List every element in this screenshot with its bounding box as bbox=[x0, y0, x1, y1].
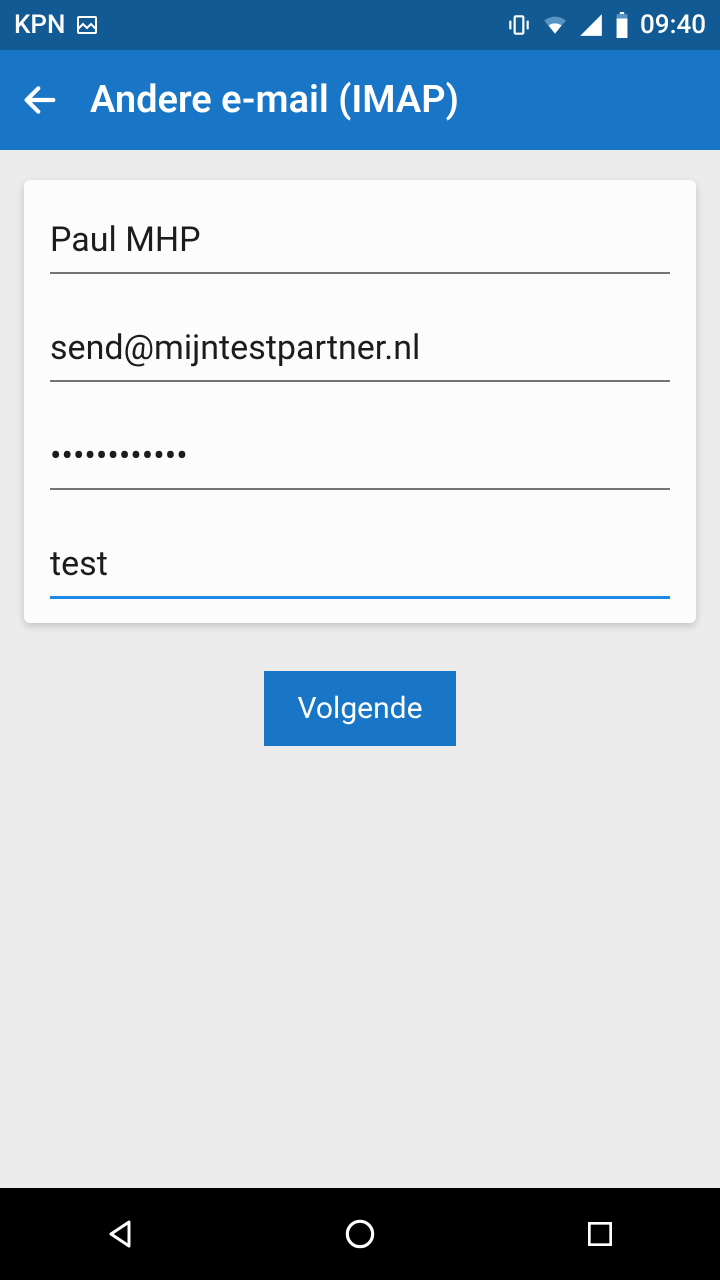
cell-signal-icon bbox=[578, 12, 604, 38]
button-row: Volgende bbox=[24, 671, 696, 746]
wifi-icon bbox=[542, 12, 568, 38]
status-bar: KPN bbox=[0, 0, 720, 50]
nav-back-button[interactable] bbox=[95, 1209, 145, 1259]
nav-home-button[interactable] bbox=[335, 1209, 385, 1259]
form-card bbox=[24, 180, 696, 623]
name-field[interactable] bbox=[50, 210, 670, 274]
email-field[interactable] bbox=[50, 318, 670, 382]
back-button[interactable] bbox=[20, 80, 60, 120]
password-field[interactable] bbox=[50, 426, 670, 490]
clock-label: 09:40 bbox=[640, 10, 706, 40]
page-title: Andere e-mail (IMAP) bbox=[90, 78, 459, 122]
next-button[interactable]: Volgende bbox=[264, 671, 457, 746]
content-area: Volgende bbox=[0, 150, 720, 746]
android-nav-bar bbox=[0, 1188, 720, 1280]
vibrate-icon bbox=[506, 12, 532, 38]
battery-icon bbox=[614, 12, 630, 38]
app-bar: Andere e-mail (IMAP) bbox=[0, 50, 720, 150]
status-left: KPN bbox=[14, 10, 99, 40]
picture-icon bbox=[75, 13, 99, 37]
nav-recent-button[interactable] bbox=[575, 1209, 625, 1259]
carrier-label: KPN bbox=[14, 10, 65, 40]
description-field[interactable] bbox=[50, 534, 670, 599]
status-right: 09:40 bbox=[506, 10, 706, 40]
